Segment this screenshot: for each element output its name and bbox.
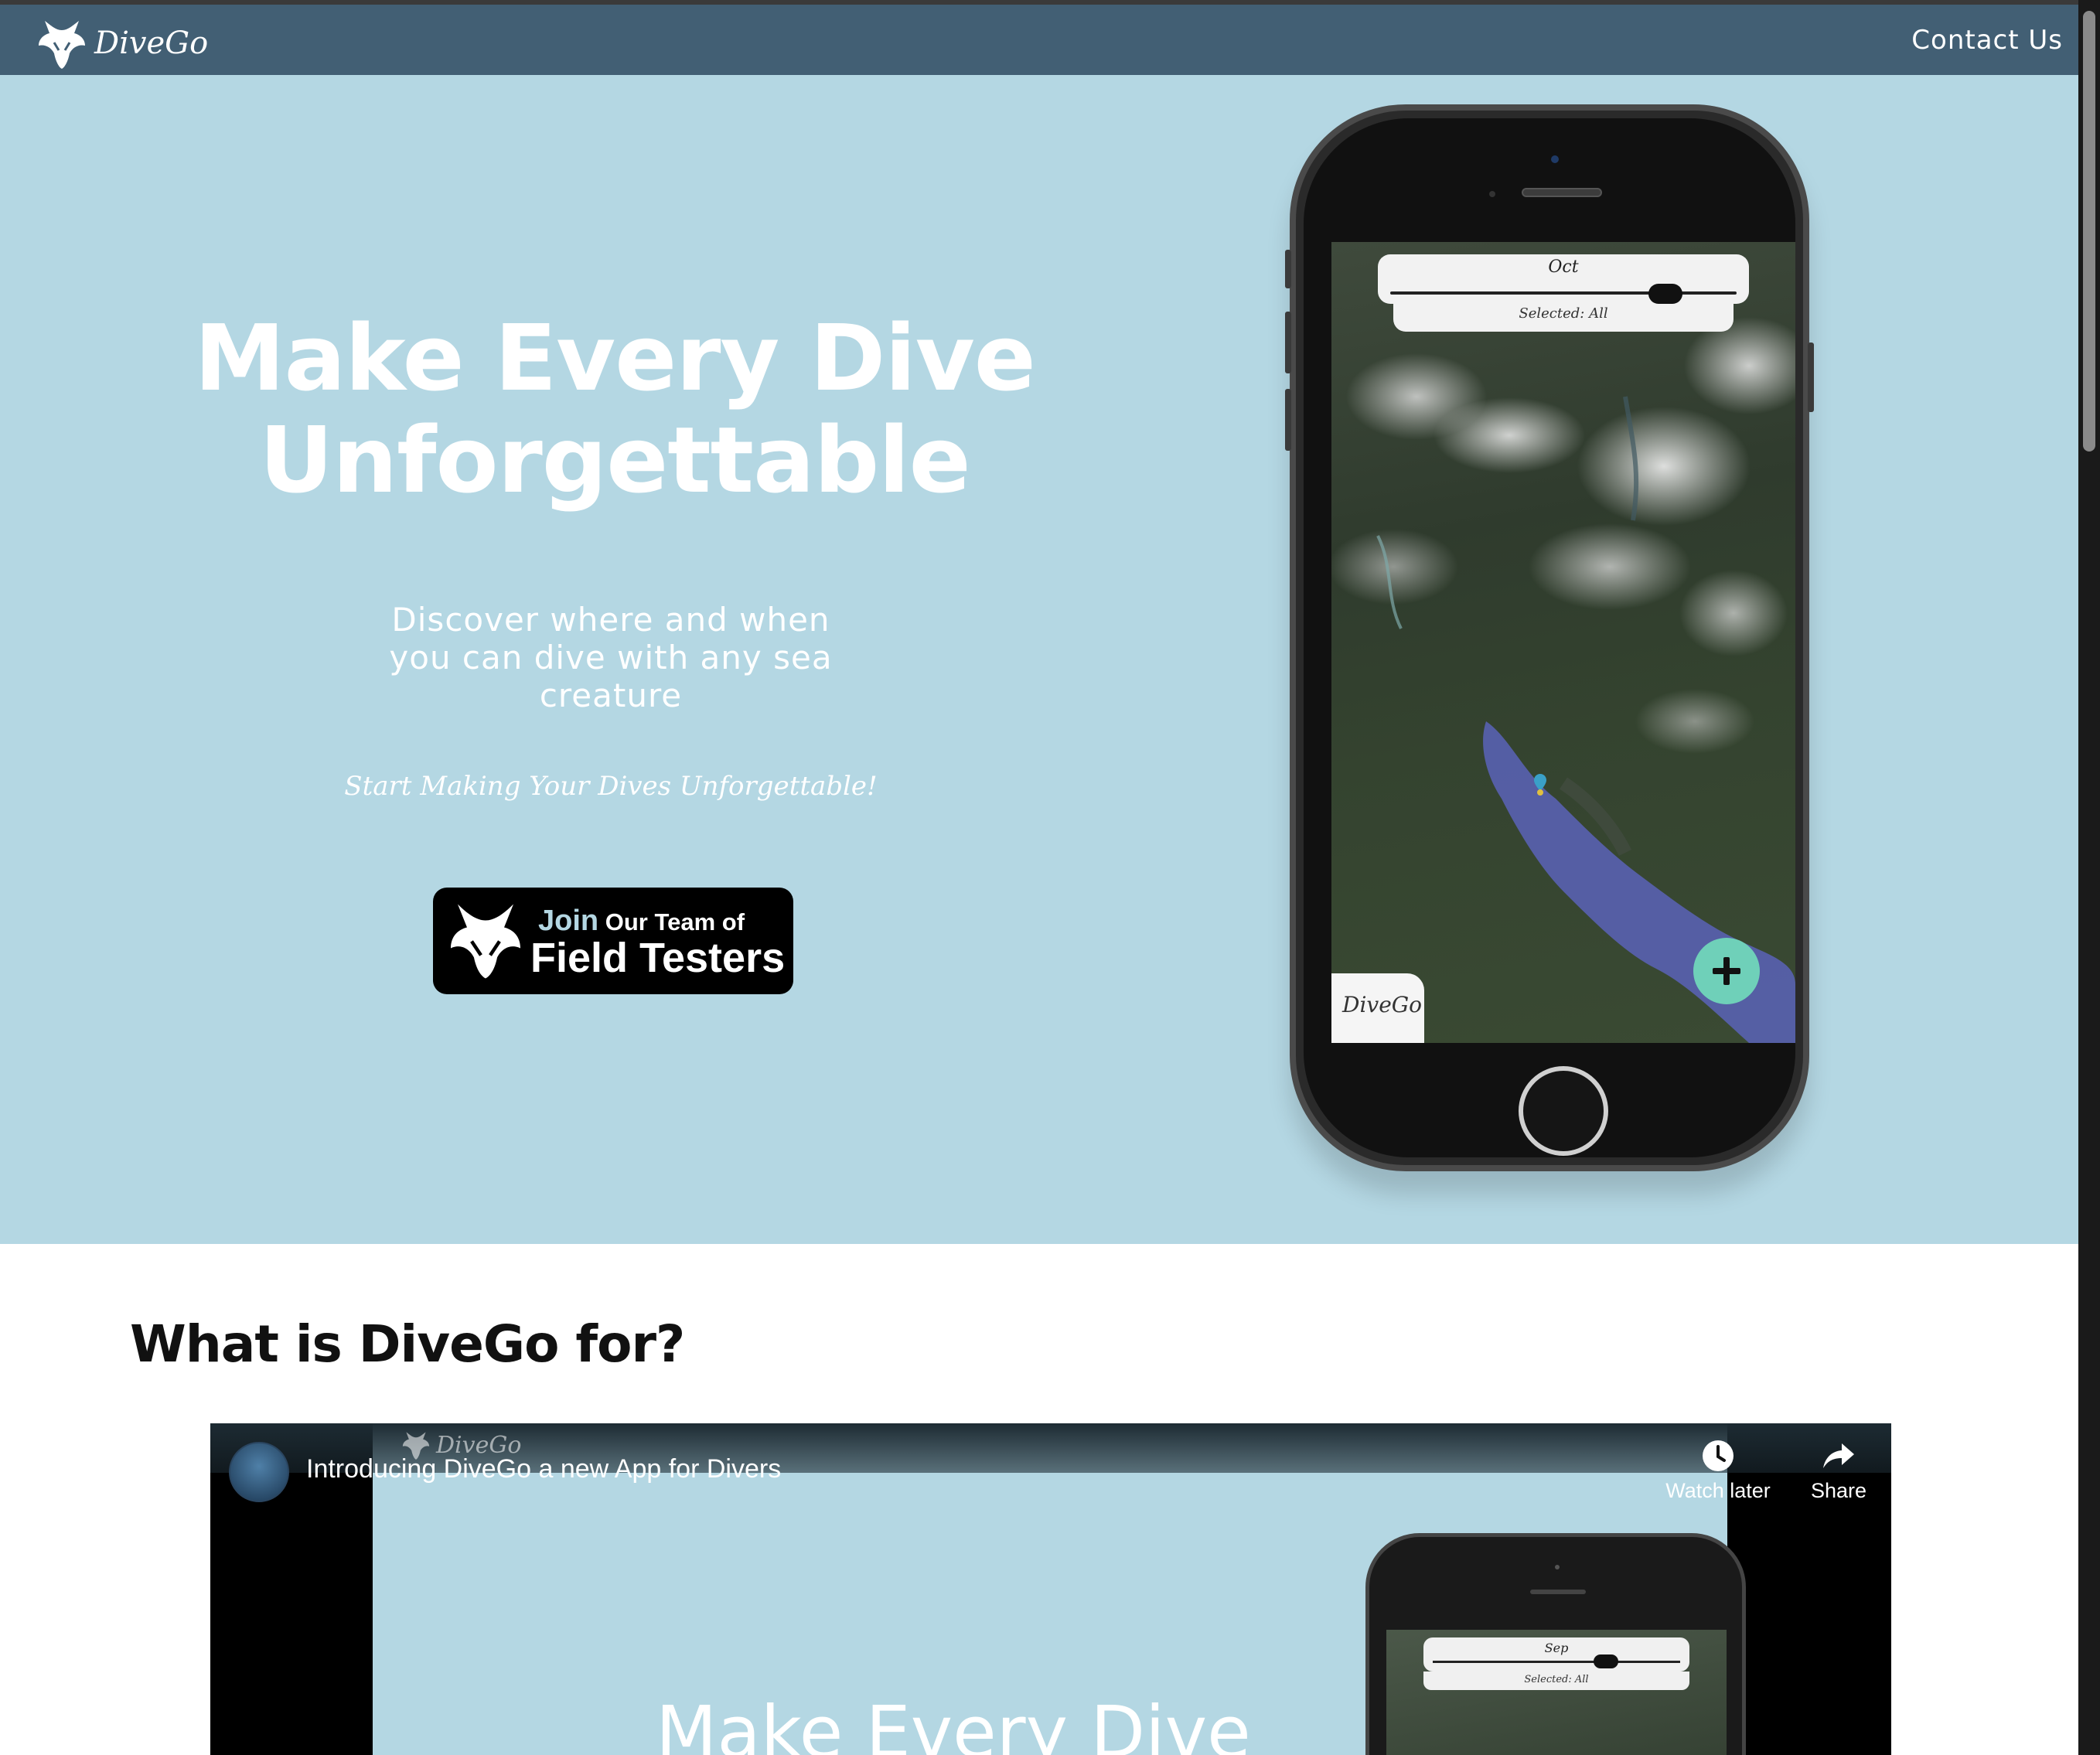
map-pin-icon [1534,774,1546,796]
month-slider-knob[interactable] [1648,284,1682,304]
page: DiveGo Contact Us Make Every Dive Unforg… [0,0,2078,1755]
phone-mockup: Selected: All Oct DiveGo [1285,104,1814,1171]
selected-filter-card[interactable]: Selected: All [1393,301,1734,332]
cta-line2: Field Testers [530,935,786,981]
video-month-label: Sep [1544,1641,1569,1655]
clock-icon [1703,1440,1734,1471]
hero-section: Make Every Dive Unforgettable Discover w… [0,75,2078,1244]
app-map-screen: Selected: All Oct DiveGo [1331,242,1795,1043]
manta-ray-icon [451,904,520,979]
share-label: Share [1810,1479,1867,1502]
navbar: DiveGo Contact Us [0,0,2078,75]
month-slider-card: Oct [1378,254,1749,304]
hero-title-line2: Unforgettable [259,407,970,513]
video-slider-track [1433,1661,1680,1663]
contact-us-link[interactable]: Contact Us [1911,25,2063,56]
brand-link[interactable]: DiveGo [37,12,208,74]
share-arrow-icon [1823,1443,1854,1468]
watch-later-button[interactable]: Watch later [1642,1439,1794,1503]
manta-ray-icon [39,21,85,69]
cta-line1-rest: Our Team of [598,908,745,935]
watch-later-label: Watch later [1665,1479,1771,1502]
plus-icon [1713,957,1740,985]
phone-sensor [1489,191,1495,197]
phone-side-button [1808,342,1814,412]
phone-body: Selected: All Oct DiveGo [1304,118,1795,1157]
scrollbar-thumb[interactable] [2083,11,2095,452]
video-phone-mockup: Selected: All Sep [1365,1533,1746,1755]
video-phone-speaker [1530,1590,1586,1594]
video-phone-screen: Selected: All Sep [1386,1630,1727,1755]
selected-filter-label: Selected: All [1519,305,1608,322]
video-player[interactable]: Make Every Dive Selected: All Sep DiveGo… [210,1423,1891,1755]
map-water [1376,396,1795,1043]
video-phone-camera [1555,1565,1560,1569]
video-headline: Make Every Dive [656,1691,1251,1755]
video-selected-label: Selected: All [1423,1672,1689,1690]
hero-title: Make Every Dive Unforgettable [124,307,1106,511]
phone-side-button [1285,250,1291,288]
hero-subtitle: Discover where and when you can dive wit… [389,601,833,714]
app-logo-text: DiveGo [1342,992,1423,1017]
month-slider-track[interactable] [1390,291,1737,295]
brand-name: DiveGo [94,26,209,61]
hero-title-line1: Make Every Dive [194,305,1036,411]
scrollbar[interactable] [2078,0,2100,1755]
phone-speaker [1522,188,1602,197]
video-slider-knob [1594,1654,1618,1668]
month-label: Oct [1548,257,1579,277]
cta-line1: Join Our Team of [538,905,745,938]
add-sighting-button[interactable] [1693,938,1760,1004]
cta-join: Join [538,905,599,937]
channel-avatar[interactable] [229,1442,289,1502]
hero-tagline: Start Making Your Dives Unforgettable! [344,771,878,802]
video-month-card: Sep [1423,1637,1689,1672]
app-logo-tab: DiveGo [1331,973,1424,1043]
phone-side-button [1285,389,1291,451]
section-title: What is DiveGo for? [130,1314,685,1374]
join-field-testers-button[interactable]: Join Our Team of Field Testers [433,888,793,994]
phone-camera [1551,155,1559,163]
share-button[interactable]: Share [1788,1439,1890,1503]
phone-side-button [1285,312,1291,373]
video-title[interactable]: Introducing DiveGo a new App for Divers [306,1454,781,1484]
phone-home-button [1519,1066,1608,1156]
